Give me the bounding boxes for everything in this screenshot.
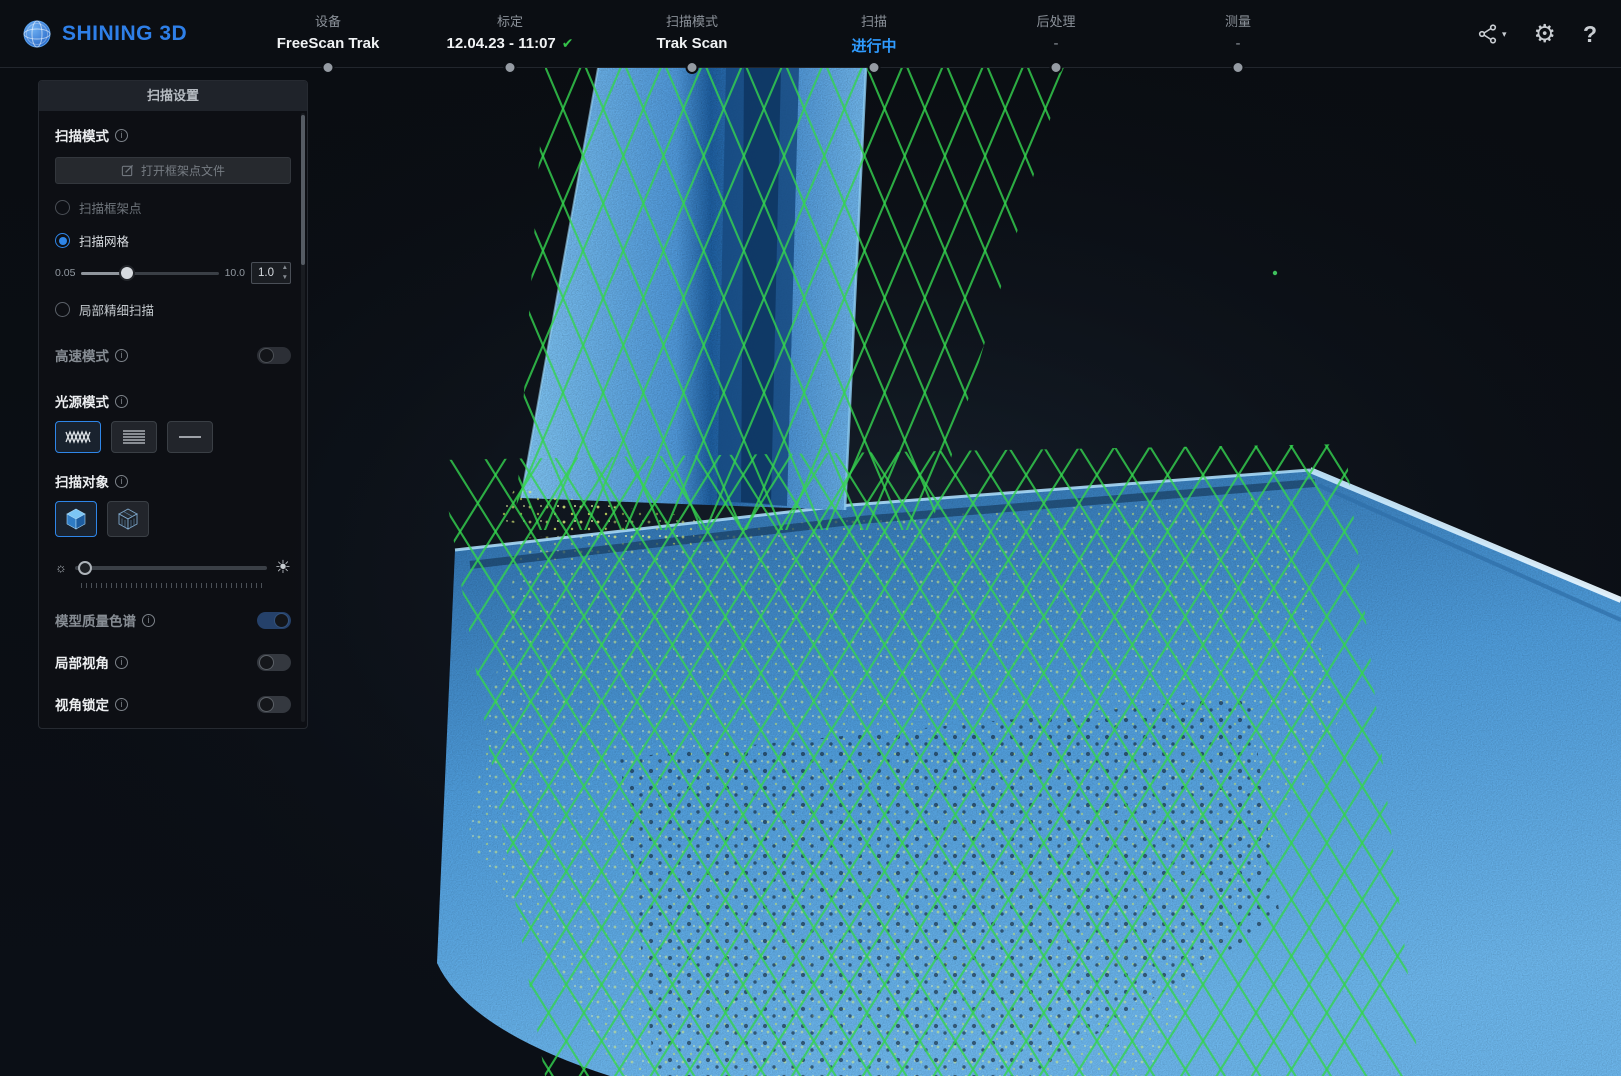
scan-object-label: 扫描对象 xyxy=(55,471,109,491)
local-view-info-icon[interactable]: i xyxy=(115,656,128,669)
share-network-icon xyxy=(1477,23,1499,45)
scan-object-info-icon[interactable]: i xyxy=(115,475,128,488)
radio-icon xyxy=(55,233,70,248)
option-scan-mesh[interactable]: 扫描网格 xyxy=(55,231,291,250)
local-view-row: 局部视角 i xyxy=(55,652,291,672)
toggle-knob xyxy=(274,613,289,628)
light-source-info-icon[interactable]: i xyxy=(115,395,128,408)
step-device[interactable]: 设备 FreeScan Trak xyxy=(237,0,419,68)
brightness-low-sun-icon: ☼ xyxy=(55,560,67,575)
step-post-processing[interactable]: 后处理 - xyxy=(965,0,1147,68)
step-measurement[interactable]: 测量 - xyxy=(1147,0,1329,68)
scan-settings-panel: 扫描设置 扫描模式 i 打开框架点文件 扫描框架点 xyxy=(38,80,308,729)
single-line-icon xyxy=(177,429,203,445)
scan-object-textured-button[interactable] xyxy=(107,501,149,537)
multi-line-icon xyxy=(121,429,147,445)
textured-cube-icon xyxy=(116,507,140,531)
topbar-actions: ▾ ⚙ ? xyxy=(1477,0,1597,68)
high-speed-info-icon[interactable]: i xyxy=(115,349,128,362)
radio-icon xyxy=(55,200,70,215)
help-button[interactable]: ? xyxy=(1583,23,1597,46)
brightness-row: ☼ ☀ xyxy=(55,557,291,578)
app-window: SHINING 3D 设备 FreeScan Trak 标定 12.04.23 … xyxy=(0,0,1621,1076)
model-quality-row: 模型质量色谱 i xyxy=(55,610,291,630)
view-lock-toggle[interactable] xyxy=(257,696,291,713)
brand-name: SHINING 3D xyxy=(62,22,187,46)
view-lock-label: 视角锁定 xyxy=(55,694,109,714)
solid-cube-icon xyxy=(64,507,88,531)
step-scan-mode[interactable]: 扫描模式 Trak Scan xyxy=(601,0,783,68)
brand: SHINING 3D xyxy=(22,0,187,68)
light-mode-multiline-button[interactable] xyxy=(111,421,157,453)
resolution-min: 0.05 xyxy=(55,267,75,279)
stepper-up-icon[interactable]: ▲ xyxy=(282,265,288,272)
scan-object-solid-button[interactable] xyxy=(55,501,97,537)
resolution-max: 10.0 xyxy=(225,267,245,279)
settings-scrollbar-thumb[interactable] xyxy=(301,115,305,265)
crosshatch-lines-icon xyxy=(65,429,91,445)
step-calibration[interactable]: 标定 12.04.23 - 11:07✔ xyxy=(419,0,601,68)
settings-scrollbar xyxy=(301,113,305,722)
light-source-buttons xyxy=(55,421,291,453)
scan-mode-info-icon[interactable]: i xyxy=(115,129,128,142)
resolution-slider[interactable] xyxy=(81,272,218,275)
light-source-label: 光源模式 xyxy=(55,391,109,411)
settings-button[interactable]: ⚙ xyxy=(1534,22,1556,47)
radio-icon xyxy=(55,302,70,317)
brightness-high-sun-icon: ☀ xyxy=(275,557,291,578)
edit-file-icon xyxy=(121,164,134,177)
toggle-knob xyxy=(259,655,274,670)
settings-gear-icon: ⚙ xyxy=(1534,22,1556,47)
light-mode-single-line-button[interactable] xyxy=(167,421,213,453)
workflow-steps: 设备 FreeScan Trak 标定 12.04.23 - 11:07✔ 扫描… xyxy=(237,0,1329,68)
option-local-fine-scan[interactable]: 局部精细扫描 xyxy=(55,300,291,319)
model-quality-label: 模型质量色谱 xyxy=(55,610,136,630)
share-button[interactable]: ▾ xyxy=(1477,23,1507,45)
scan-settings-title: 扫描设置 xyxy=(39,81,307,111)
open-frame-file-button[interactable]: 打开框架点文件 xyxy=(55,157,291,184)
view-lock-info-icon[interactable]: i xyxy=(115,698,128,711)
view-lock-row: 视角锁定 i xyxy=(55,694,291,714)
resolution-value-input[interactable]: 1.0 ▲ ▼ xyxy=(251,262,291,284)
option-scan-frame-points[interactable]: 扫描框架点 xyxy=(55,198,291,217)
top-bar: SHINING 3D 设备 FreeScan Trak 标定 12.04.23 … xyxy=(0,0,1621,68)
resolution-row: 0.05 10.0 1.0 ▲ ▼ xyxy=(55,262,291,284)
scan-object-buttons xyxy=(55,501,291,537)
high-speed-label: 高速模式 xyxy=(55,345,109,365)
scan-mode-label: 扫描模式 xyxy=(55,125,109,145)
share-dropdown-caret-icon: ▾ xyxy=(1502,29,1507,40)
high-speed-row: 高速模式 i xyxy=(55,345,291,365)
help-question-icon: ? xyxy=(1583,23,1597,46)
local-view-label: 局部视角 xyxy=(55,652,109,672)
model-quality-toggle[interactable] xyxy=(257,612,291,629)
brightness-slider[interactable] xyxy=(75,566,267,570)
high-speed-toggle[interactable] xyxy=(257,347,291,364)
toggle-knob xyxy=(259,348,274,363)
brightness-tick-marks xyxy=(81,583,265,588)
model-quality-info-icon[interactable]: i xyxy=(142,614,155,627)
stepper-down-icon[interactable]: ▼ xyxy=(282,275,288,282)
brightness-slider-thumb[interactable] xyxy=(78,561,92,575)
resolution-slider-thumb[interactable] xyxy=(121,267,133,279)
step-scan[interactable]: 扫描 进行中 xyxy=(783,0,965,68)
light-mode-crosshatch-button[interactable] xyxy=(55,421,101,453)
local-view-toggle[interactable] xyxy=(257,654,291,671)
left-sidebar: 相机窗口 ❯ 扫描设置 扫描模式 i 打开框架点文件 xyxy=(38,26,308,729)
toggle-knob xyxy=(259,697,274,712)
calibration-success-check-icon: ✔ xyxy=(562,35,574,52)
brand-logo-globe-icon xyxy=(22,19,52,49)
